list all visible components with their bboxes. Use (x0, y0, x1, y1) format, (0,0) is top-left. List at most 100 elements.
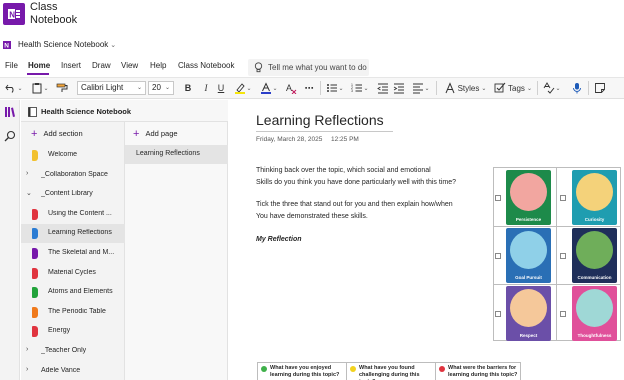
svg-text:3: 3 (351, 89, 353, 93)
skill-checkbox[interactable] (560, 195, 566, 201)
section-item[interactable]: ⌄ _Content Library (21, 185, 125, 204)
sticky-note-button[interactable] (593, 81, 607, 95)
indent-button[interactable] (392, 81, 406, 95)
notebooks-icon[interactable] (4, 106, 16, 118)
page-item-learning-reflections[interactable]: Learning Reflections (125, 145, 228, 164)
dictate-button[interactable] (570, 81, 584, 95)
section-item-label: Adele Vance (41, 366, 81, 374)
highlight-button[interactable]: ⌄ (233, 81, 253, 95)
plus-icon: + (133, 127, 140, 140)
menu-file[interactable]: File (5, 61, 18, 70)
styles-icon (445, 82, 455, 94)
font-name-box[interactable]: Calibri Light ⌄ (77, 81, 146, 95)
skill-checkbox[interactable] (495, 253, 501, 259)
search-icon[interactable] (4, 130, 16, 142)
bullets-button[interactable]: ⌄ (325, 81, 345, 95)
skill-checkbox[interactable] (560, 311, 566, 317)
undo-button[interactable]: ⌄ (5, 81, 23, 95)
body-paragraph[interactable]: You have demonstrated these skills. (256, 213, 368, 220)
menu-home[interactable]: Home (28, 61, 50, 70)
clear-format-button[interactable]: A (284, 81, 298, 95)
menu-insert[interactable]: Insert (61, 61, 81, 70)
tags-button[interactable]: Tags ⌄ (492, 81, 534, 95)
chevron-down-icon[interactable]: ⌄ (26, 189, 32, 197)
bullet-list-icon (327, 84, 338, 92)
question-challenging[interactable]: What have you found challenging during t… (347, 363, 435, 380)
styles-dropdown-icon: ⌄ (481, 85, 487, 92)
section-item-label: Using the Content ... (48, 209, 112, 217)
skill-checkbox[interactable] (495, 311, 501, 317)
page-item-label: Learning Reflections (136, 150, 200, 157)
styles-button[interactable]: Styles ⌄ (441, 81, 489, 95)
onenote-app-icon: N (3, 3, 25, 25)
section-color-tab (32, 248, 38, 259)
add-page-button[interactable]: + Add page (133, 127, 178, 140)
notebook-switcher[interactable]: Health Science Notebook ⌄ (18, 40, 116, 49)
skill-checkbox[interactable] (560, 253, 566, 259)
font-size-value: 20 (152, 83, 161, 92)
format-painter-button[interactable] (55, 81, 69, 95)
plus-icon: + (31, 127, 38, 140)
app-title: Class Notebook (30, 1, 77, 27)
section-item[interactable]: Using the Content ... (21, 205, 125, 224)
section-item[interactable]: Energy (21, 322, 125, 341)
body-paragraph[interactable]: Thinking back over the topic, which soci… (256, 167, 431, 174)
skill-caption: Curiosity (584, 217, 605, 222)
section-item[interactable]: The Periodic Table (21, 303, 125, 322)
spelling-check-icon (544, 82, 555, 94)
bold-button[interactable]: B (182, 81, 194, 95)
font-color-dropdown-icon: ⌄ (272, 85, 278, 92)
paste-button[interactable]: ⌄ (31, 81, 49, 95)
notebook-bar: N Health Science Notebook ⌄ (0, 36, 624, 54)
chevron-right-icon[interactable]: › (26, 170, 28, 177)
section-color-tab (32, 150, 38, 161)
green-dot-icon (261, 366, 267, 372)
grid-divider (556, 168, 557, 340)
skill-checkbox[interactable] (495, 195, 501, 201)
outdent-button[interactable] (376, 81, 390, 95)
microphone-icon (573, 83, 581, 94)
section-item[interactable]: › _Teacher Only (21, 342, 125, 361)
menu-view[interactable]: View (121, 61, 138, 70)
respect-icon (510, 289, 547, 327)
question-enjoyed[interactable]: What have you enjoyed learning during th… (258, 363, 346, 380)
more-options-icon[interactable]: ⋯ (302, 81, 316, 95)
underline-button[interactable]: U (215, 81, 227, 95)
tell-me-search[interactable]: Tell me what you want to do (248, 59, 369, 76)
align-button[interactable]: ⌄ (411, 81, 431, 95)
menu-help[interactable]: Help (150, 61, 166, 70)
outdent-icon (377, 83, 388, 94)
section-item[interactable]: Learning Reflections (21, 224, 125, 244)
my-reflection-heading[interactable]: My Reflection (256, 236, 302, 243)
spelling-button[interactable]: ⌄ (541, 81, 563, 95)
font-size-box[interactable]: 20 ⌄ (148, 81, 174, 95)
section-item-label: _Content Library (41, 190, 93, 198)
skill-card: Communication (572, 228, 617, 283)
question-barriers[interactable]: What were the barriers for learning duri… (436, 363, 522, 380)
section-item[interactable]: Atoms and Elements (21, 283, 125, 302)
section-item[interactable]: The Skeletal and M... (21, 244, 125, 263)
section-item-label: Material Cycles (48, 268, 96, 276)
chevron-right-icon[interactable]: › (26, 366, 28, 373)
section-item[interactable]: Material Cycles (21, 264, 125, 283)
tags-dropdown-icon: ⌄ (526, 85, 532, 92)
font-color-button[interactable]: ⌄ (259, 81, 279, 95)
add-section-button[interactable]: + Add section (31, 127, 83, 140)
section-item[interactable]: › Adele Vance (21, 362, 125, 380)
italic-button[interactable]: I (200, 81, 212, 95)
font-color-icon (261, 82, 272, 94)
tell-me-text: Tell me what you want to do (268, 63, 367, 72)
communication-icon (576, 231, 613, 269)
notebook-header[interactable]: Health Science Notebook (21, 100, 228, 122)
body-paragraph[interactable]: Tick the three that stand out for you an… (256, 201, 453, 208)
page-title[interactable]: Learning Reflections (256, 112, 384, 128)
align-dropdown-icon: ⌄ (424, 85, 430, 92)
chevron-right-icon[interactable]: › (26, 346, 28, 353)
section-item[interactable]: Welcome (21, 146, 125, 165)
menu-class-notebook[interactable]: Class Notebook (178, 61, 234, 70)
menu-draw[interactable]: Draw (92, 61, 111, 70)
numbering-button[interactable]: 1 2 3 ⌄ (350, 81, 370, 95)
body-paragraph[interactable]: Skills do you think you have done partic… (256, 179, 456, 186)
curiosity-icon (576, 173, 613, 211)
section-item[interactable]: › _Collaboration Space (21, 166, 125, 185)
